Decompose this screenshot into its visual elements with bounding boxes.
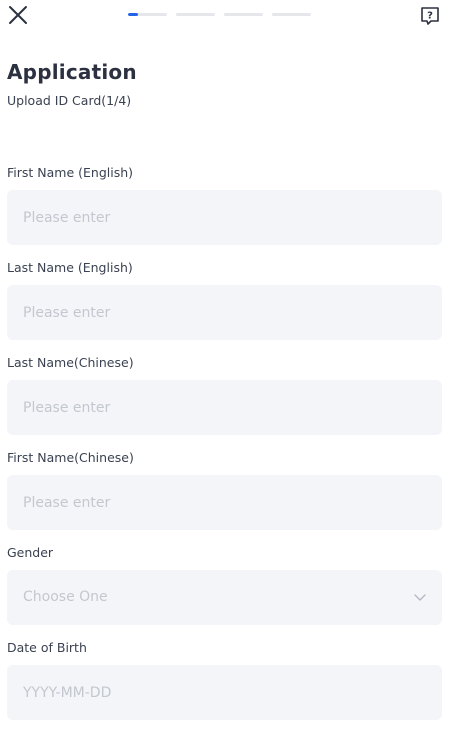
first-name-zh-field-group: First Name(Chinese) — [7, 448, 442, 543]
first-name-en-label: First Name (English) — [7, 165, 134, 180]
dob-label: Date of Birth — [7, 640, 87, 655]
last-name-en-field-group: Last Name (English) — [7, 258, 442, 353]
question-bubble-icon: ? — [421, 7, 439, 25]
gender-label: Gender — [7, 545, 54, 560]
progress-step-1-fill — [128, 13, 138, 16]
chevron-down-icon — [414, 594, 426, 601]
step-progress — [128, 13, 311, 16]
last-name-zh-box — [7, 380, 442, 435]
first-name-zh-label: First Name(Chinese) — [7, 450, 134, 465]
last-name-zh-label: Last Name(Chinese) — [7, 355, 134, 370]
close-button[interactable] — [6, 3, 30, 27]
progress-step-4 — [272, 13, 311, 16]
last-name-zh-input[interactable] — [7, 380, 442, 435]
gender-select[interactable]: Choose One — [7, 570, 442, 625]
first-name-en-field-group: First Name (English) — [7, 163, 442, 258]
close-icon — [9, 6, 27, 24]
last-name-en-label: Last Name (English) — [7, 260, 133, 275]
dob-field-group: Date of Birth — [7, 638, 442, 733]
page-subtitle: Upload ID Card(1/4) — [7, 93, 132, 108]
help-button[interactable]: ? — [419, 5, 441, 27]
dob-input[interactable] — [7, 665, 442, 720]
progress-step-3 — [224, 13, 263, 16]
last-name-zh-field-group: Last Name(Chinese) — [7, 353, 442, 448]
last-name-en-box — [7, 285, 442, 340]
top-bar: ? — [0, 0, 457, 32]
progress-step-1 — [128, 13, 167, 16]
first-name-zh-box — [7, 475, 442, 530]
last-name-en-input[interactable] — [7, 285, 442, 340]
svg-text:?: ? — [427, 11, 433, 22]
gender-select-placeholder: Choose One — [23, 589, 108, 605]
gender-field-group: Gender Choose One — [7, 543, 442, 638]
first-name-en-box — [7, 190, 442, 245]
application-form: First Name (English) Last Name (English)… — [7, 163, 442, 733]
first-name-zh-input[interactable] — [7, 475, 442, 530]
first-name-en-input[interactable] — [7, 190, 442, 245]
progress-step-2 — [176, 13, 215, 16]
page-title: Application — [7, 60, 137, 84]
dob-box — [7, 665, 442, 720]
